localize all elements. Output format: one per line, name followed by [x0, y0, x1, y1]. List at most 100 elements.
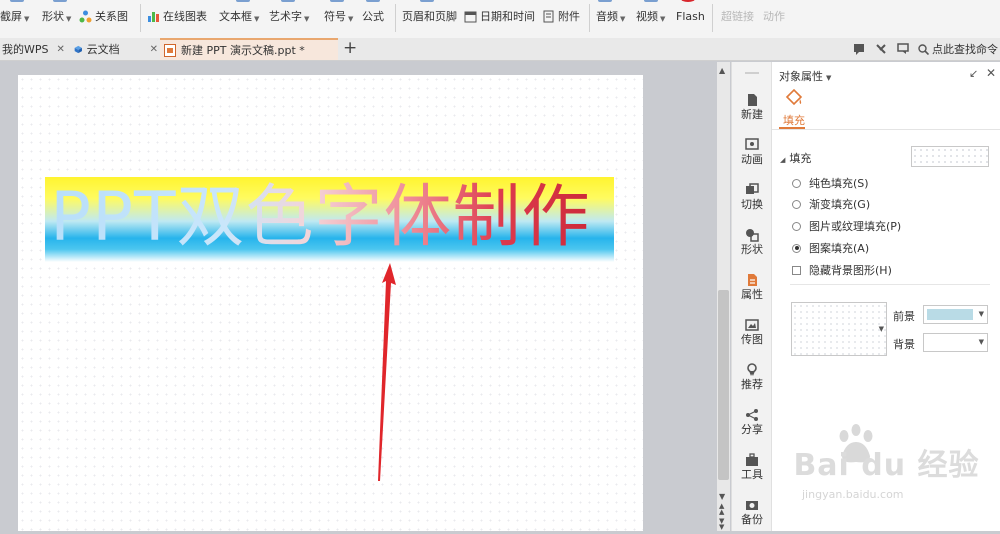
background-label: 背景 — [893, 338, 915, 351]
prev-slide-icon[interactable]: ▲ ▲ — [719, 503, 724, 516]
message-icon[interactable] — [853, 43, 865, 55]
wordart-label: 艺术字 — [269, 10, 302, 23]
scrollbar-thumb[interactable] — [718, 290, 729, 480]
sidebar-item-label: 新建 — [741, 108, 763, 121]
symbol-button[interactable]: 符号 ▼ — [324, 0, 353, 36]
feedback-icon[interactable] — [897, 43, 909, 55]
checkbox[interactable] — [792, 265, 801, 275]
search-icon — [918, 43, 929, 55]
relation-chart-icon — [79, 10, 92, 23]
sidebar-item-shape[interactable]: 形状 — [732, 220, 772, 264]
pattern-preview-dropdown[interactable]: ▼ — [791, 302, 887, 356]
collapse-panel-icon[interactable]: ↙ — [969, 67, 978, 80]
action-label: 动作 — [763, 10, 785, 23]
sidebar-item-tools[interactable]: 工具 — [732, 445, 772, 489]
fill-preview-swatch[interactable] — [911, 146, 989, 167]
sidebar-item-backup[interactable]: 备份 — [732, 490, 772, 534]
radio-button[interactable] — [792, 178, 801, 188]
tab-label: 我的WPS — [2, 43, 49, 56]
sidebar-item-label: 推荐 — [741, 378, 763, 391]
tools-icon[interactable] — [875, 43, 887, 55]
tab-ppt-document[interactable]: 新建 PPT 演示文稿.ppt * — [160, 38, 338, 60]
shape-button[interactable]: 形状 ▼ — [42, 0, 71, 36]
sidebar-item-animation[interactable]: 动画 — [732, 130, 772, 174]
hide-background-option[interactable]: 隐藏背景图形(H) — [792, 262, 892, 278]
symbol-label: 符号 — [324, 10, 346, 23]
radio-button[interactable] — [792, 199, 801, 209]
datetime-label: 日期和时间 — [480, 10, 535, 23]
option-label: 渐变填充(G) — [809, 198, 871, 211]
section-label: 填充 — [789, 152, 812, 165]
object-properties-panel: 对象属性 ▼ ↙ ✕ 填充 ◢ 填充 纯色填充(S) 渐变填充(G) 图片或纹理填充… — [771, 62, 1000, 531]
picture-texture-fill-option[interactable]: 图片或纹理填充(P) — [792, 218, 901, 234]
slide-canvas[interactable] — [18, 75, 643, 531]
foreground-color-picker[interactable]: ▼ — [923, 305, 988, 324]
header-footer-button[interactable]: 页眉和页脚 — [402, 0, 457, 36]
ribbon-divider — [395, 4, 396, 32]
scroll-up-icon[interactable]: ▲ — [719, 66, 725, 75]
attachment-button[interactable]: 附件 — [542, 0, 580, 36]
properties-icon — [748, 274, 757, 286]
tab-fill[interactable]: 填充 — [783, 112, 805, 128]
sidebar-item-new[interactable]: 新建 — [732, 85, 772, 129]
pattern-fill-option[interactable]: 图案填充(A) — [792, 240, 869, 256]
action-button[interactable]: 动作 — [763, 0, 785, 36]
sidebar-item-label: 分享 — [741, 423, 763, 436]
chevron-down-icon: ▼ — [978, 310, 984, 318]
relation-chart-button[interactable]: 关系图 — [79, 0, 128, 36]
command-search[interactable]: 点此查找命令 — [918, 38, 998, 60]
foreground-color-swatch — [927, 309, 973, 320]
close-icon[interactable]: ✕ — [57, 44, 65, 55]
hyperlink-label: 超链接 — [721, 10, 754, 23]
sidebar-item-upload-image[interactable]: 传图 — [732, 310, 772, 354]
chevron-down-icon: ▼ — [254, 15, 260, 23]
wordart-button[interactable]: 艺术字 ▼ — [269, 0, 309, 36]
solid-fill-option[interactable]: 纯色填充(S) — [792, 175, 869, 191]
shape-icon — [746, 229, 759, 242]
sidebar-item-share[interactable]: 分享 — [732, 400, 772, 444]
relation-chart-label: 关系图 — [95, 10, 128, 23]
sidebar-item-label: 工具 — [741, 468, 763, 481]
flash-button[interactable]: Flash — [676, 0, 705, 36]
ribbon-divider — [712, 4, 713, 32]
ribbon-divider — [589, 4, 590, 32]
audio-button[interactable]: 音频 ▼ — [596, 0, 625, 36]
wordart-title[interactable]: PPT双色字体制作 — [50, 178, 630, 262]
new-tab-button[interactable]: + — [343, 38, 357, 58]
sidebar-item-label: 属性 — [741, 288, 763, 301]
fill-section-header[interactable]: ◢ 填充 — [780, 150, 811, 166]
backup-icon — [746, 501, 758, 510]
hyperlink-button[interactable]: 超链接 — [721, 0, 754, 36]
gradient-fill-option[interactable]: 渐变填充(G) — [792, 196, 870, 212]
task-pane-strip: 新建 动画 切换 形状 属性 传图 推荐 分享 工具 备份 — [731, 62, 772, 531]
online-chart-button[interactable]: 在线图表 — [147, 0, 207, 36]
background-color-picker[interactable]: ▼ — [923, 333, 988, 352]
document-tab-bar: 我的WPS ✕ 云文档 ✕ 新建 PPT 演示文稿.ppt * + 点此查找命令 — [0, 38, 1000, 61]
close-icon[interactable]: ✕ — [986, 66, 996, 80]
next-slide-icon[interactable]: ▼ ▼ — [719, 518, 724, 531]
sidebar-item-recommend[interactable]: 推荐 — [732, 355, 772, 399]
option-label: 图案填充(A) — [809, 242, 870, 255]
watermark-brand: Bai du 经验 — [793, 448, 980, 483]
option-label: 纯色填充(S) — [809, 177, 869, 190]
tab-my-wps[interactable]: 我的WPS ✕ — [0, 38, 72, 60]
tab-cloud-docs[interactable]: 云文档 ✕ — [74, 38, 158, 60]
scroll-down-icon[interactable]: ▼ — [719, 492, 725, 501]
radio-button[interactable] — [792, 221, 801, 231]
formula-button[interactable]: 公式 — [362, 0, 384, 36]
chevron-down-icon: ▼ — [66, 15, 72, 23]
textbox-button[interactable]: 文本框 ▼ — [219, 0, 259, 36]
close-icon[interactable]: ✕ — [150, 44, 158, 55]
panel-title-dropdown[interactable]: 对象属性 ▼ — [779, 68, 831, 84]
tab-label: 新建 PPT 演示文稿.ppt * — [181, 44, 305, 57]
screenshot-button[interactable]: 截屏 ▼ — [0, 0, 29, 36]
radio-button-selected[interactable] — [792, 243, 801, 253]
screenshot-label: 截屏 — [0, 10, 22, 23]
video-button[interactable]: 视频 ▼ — [636, 0, 665, 36]
vertical-scrollbar[interactable]: ▲ ▼ ▲ ▲ ▼ ▼ — [717, 62, 730, 531]
datetime-button[interactable]: 日期和时间 — [464, 0, 535, 36]
ribbon-divider — [140, 4, 141, 32]
sidebar-item-transition[interactable]: 切换 — [732, 175, 772, 219]
sidebar-item-properties[interactable]: 属性 — [732, 265, 772, 309]
paint-bucket-icon — [785, 89, 803, 106]
